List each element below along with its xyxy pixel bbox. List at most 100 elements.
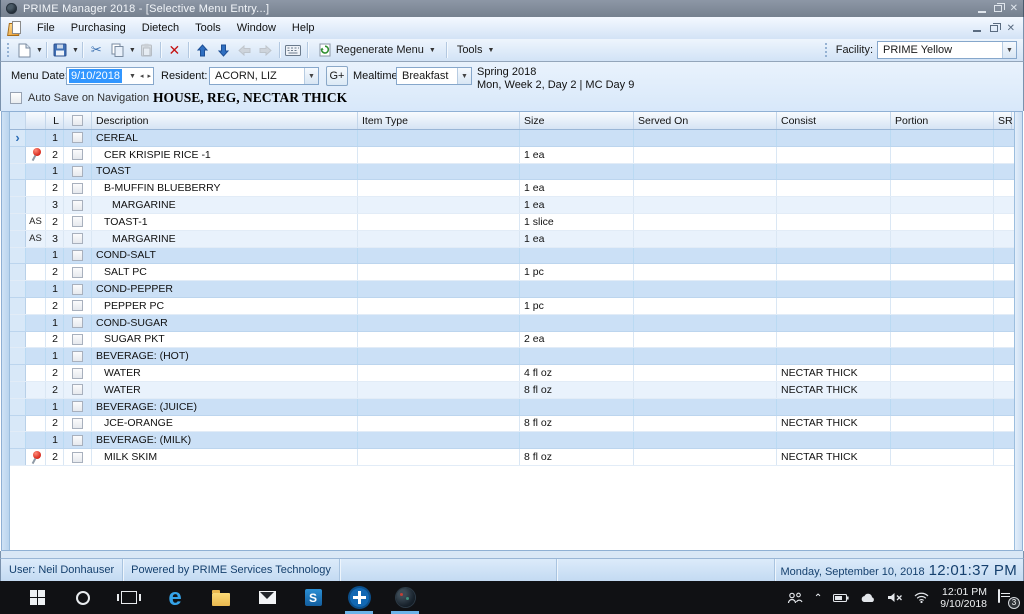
row-selector[interactable] bbox=[10, 348, 26, 364]
row-selector[interactable] bbox=[10, 214, 26, 230]
mail-button[interactable] bbox=[244, 581, 290, 614]
mdi-minimize-icon[interactable] bbox=[973, 24, 981, 32]
header-level[interactable]: L bbox=[46, 112, 64, 129]
date-dropdown-icon[interactable]: ▼ bbox=[127, 73, 138, 80]
save-button[interactable] bbox=[50, 41, 71, 60]
row-selector[interactable] bbox=[10, 248, 26, 264]
tools-button[interactable]: Tools ▼ bbox=[450, 41, 502, 59]
header-served-on[interactable]: Served On bbox=[634, 112, 777, 129]
menu-item-tools[interactable]: Tools bbox=[187, 19, 229, 37]
menu-item-purchasing[interactable]: Purchasing bbox=[63, 19, 134, 37]
table-row[interactable]: 2WATER4 fl ozNECTAR THICK bbox=[10, 365, 1014, 382]
header-sr[interactable]: SR bbox=[994, 112, 1012, 129]
copy-button[interactable] bbox=[107, 41, 128, 60]
row-checkbox[interactable] bbox=[72, 166, 83, 177]
table-row[interactable]: 1BEVERAGE: (HOT) bbox=[10, 348, 1014, 365]
row-checkbox[interactable] bbox=[72, 351, 83, 362]
table-row[interactable]: 2MILK SKIM8 fl ozNECTAR THICK bbox=[10, 449, 1014, 466]
table-row[interactable]: 3MARGARINE1 ea bbox=[10, 197, 1014, 214]
header-pin-cell[interactable] bbox=[26, 112, 46, 129]
resident-combobox[interactable]: ACORN, LIZ ▼ bbox=[209, 67, 319, 85]
cut-button[interactable]: ✂ bbox=[86, 41, 107, 60]
row-selector[interactable] bbox=[10, 264, 26, 280]
row-selector[interactable] bbox=[10, 432, 26, 448]
row-checkbox[interactable] bbox=[72, 317, 83, 328]
g-plus-button[interactable]: G+ bbox=[326, 66, 348, 86]
row-checkbox[interactable] bbox=[72, 284, 83, 295]
battery-icon[interactable] bbox=[833, 593, 849, 603]
menu-date-field[interactable]: 9/10/2018 ▼ ◂ ▸ bbox=[66, 67, 154, 85]
chevron-down-icon[interactable]: ▼ bbox=[1002, 42, 1016, 58]
onedrive-cloud-icon[interactable] bbox=[860, 593, 876, 603]
row-selector[interactable] bbox=[10, 315, 26, 331]
skype-button[interactable]: S bbox=[290, 581, 336, 614]
row-selector[interactable] bbox=[10, 365, 26, 381]
file-explorer-button[interactable] bbox=[198, 581, 244, 614]
header-consist[interactable]: Consist bbox=[777, 112, 891, 129]
row-checkbox[interactable] bbox=[72, 250, 83, 261]
table-row[interactable]: AS3MARGARINE1 ea bbox=[10, 231, 1014, 248]
row-selector[interactable] bbox=[10, 399, 26, 415]
chevron-down-icon[interactable]: ▼ bbox=[457, 68, 471, 84]
table-row[interactable]: 2PEPPER PC1 pc bbox=[10, 298, 1014, 315]
table-row[interactable]: 1COND-PEPPER bbox=[10, 281, 1014, 298]
row-selector[interactable] bbox=[10, 281, 26, 297]
header-portion[interactable]: Portion bbox=[891, 112, 994, 129]
row-checkbox[interactable] bbox=[72, 267, 83, 278]
table-row[interactable]: 2JCE-ORANGE8 fl ozNECTAR THICK bbox=[10, 416, 1014, 433]
row-checkbox[interactable] bbox=[72, 418, 83, 429]
row-checkbox[interactable] bbox=[72, 300, 83, 311]
row-checkbox[interactable] bbox=[72, 149, 83, 160]
navigate-forward-button[interactable] bbox=[255, 41, 276, 60]
row-checkbox[interactable] bbox=[72, 334, 83, 345]
row-selector[interactable] bbox=[10, 197, 26, 213]
header-description[interactable]: Description bbox=[92, 112, 358, 129]
toolbar-grip[interactable] bbox=[6, 42, 11, 58]
regenerate-menu-button[interactable]: Regenerate Menu ▼ bbox=[311, 40, 443, 60]
facility-combobox[interactable]: PRIME Yellow ▼ bbox=[877, 41, 1017, 59]
menu-item-help[interactable]: Help bbox=[284, 19, 323, 37]
row-checkbox[interactable] bbox=[72, 216, 83, 227]
cortana-button[interactable] bbox=[60, 581, 106, 614]
row-selector[interactable] bbox=[10, 416, 26, 432]
delete-button[interactable]: ✕ bbox=[164, 41, 185, 60]
header-checkbox-cell[interactable] bbox=[64, 112, 92, 129]
new-button[interactable] bbox=[14, 41, 35, 60]
start-button[interactable] bbox=[14, 581, 60, 614]
action-center-button[interactable]: 3 bbox=[998, 590, 1016, 606]
table-row[interactable]: 2WATER8 fl ozNECTAR THICK bbox=[10, 382, 1014, 399]
copy-dropdown-icon[interactable]: ▼ bbox=[129, 47, 136, 54]
tray-clock[interactable]: 12:01 PM 9/10/2018 bbox=[940, 586, 987, 610]
chevron-down-icon[interactable]: ▼ bbox=[304, 68, 318, 84]
save-dropdown-icon[interactable]: ▼ bbox=[72, 47, 79, 54]
table-row[interactable]: 1TOAST bbox=[10, 164, 1014, 181]
table-row[interactable]: 1BEVERAGE: (JUICE) bbox=[10, 399, 1014, 416]
table-row[interactable]: 1COND-SUGAR bbox=[10, 315, 1014, 332]
table-row[interactable]: 2SALT PC1 pc bbox=[10, 264, 1014, 281]
move-down-button[interactable] bbox=[213, 41, 234, 60]
table-row[interactable]: 2SUGAR PKT2 ea bbox=[10, 332, 1014, 349]
date-next-icon[interactable]: ▸ bbox=[145, 72, 153, 80]
row-checkbox[interactable] bbox=[72, 200, 83, 211]
autosave-checkbox[interactable] bbox=[10, 92, 22, 104]
row-selector[interactable] bbox=[10, 180, 26, 196]
people-icon[interactable] bbox=[787, 592, 803, 604]
menu-item-window[interactable]: Window bbox=[229, 19, 284, 37]
grid-scrollbar[interactable] bbox=[1014, 112, 1022, 550]
row-checkbox[interactable] bbox=[72, 452, 83, 463]
row-checkbox[interactable] bbox=[72, 368, 83, 379]
mealtime-combobox[interactable]: Breakfast ▼ bbox=[396, 67, 472, 85]
mdi-restore-icon[interactable] bbox=[990, 25, 998, 32]
prime-manager-button[interactable] bbox=[382, 581, 428, 614]
row-selector[interactable] bbox=[10, 164, 26, 180]
restore-icon[interactable] bbox=[994, 5, 1002, 12]
navigate-back-button[interactable] bbox=[234, 41, 255, 60]
wifi-icon[interactable] bbox=[914, 592, 929, 603]
volume-muted-icon[interactable] bbox=[887, 592, 903, 603]
minimize-icon[interactable] bbox=[978, 5, 986, 13]
table-row[interactable]: 2B-MUFFIN BLUEBERRY1 ea bbox=[10, 180, 1014, 197]
facility-toolbar-grip[interactable] bbox=[824, 42, 829, 58]
prime-app-button[interactable] bbox=[336, 581, 382, 614]
tray-expand-icon[interactable]: ⌃ bbox=[814, 593, 822, 604]
table-row[interactable]: AS2TOAST-11 slice bbox=[10, 214, 1014, 231]
